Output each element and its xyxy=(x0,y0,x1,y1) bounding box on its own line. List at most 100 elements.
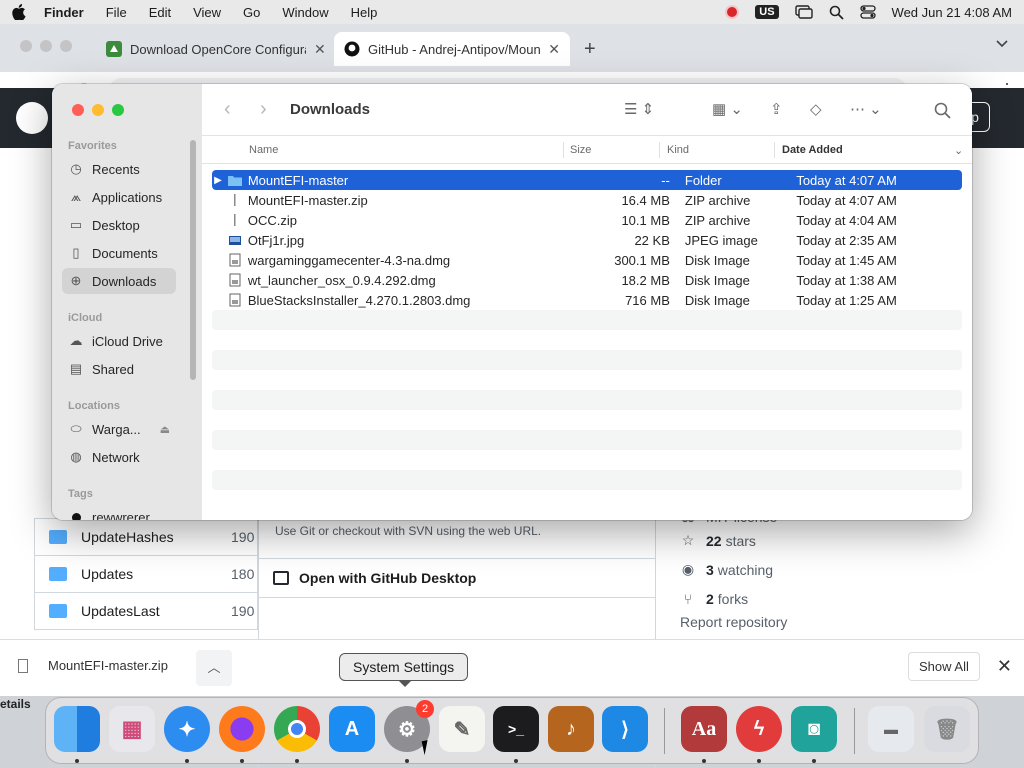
stars-link[interactable]: ☆ 22 stars xyxy=(680,526,980,555)
downloads-stack-dock-icon[interactable]: ▬ xyxy=(868,706,914,752)
spotlight-search-icon[interactable] xyxy=(829,5,844,20)
download-options-chevron-icon[interactable]: ︿ xyxy=(196,650,232,686)
chrome-dock-icon[interactable] xyxy=(274,706,320,752)
screen-recording-icon[interactable] xyxy=(725,5,740,19)
control-center-icon[interactable] xyxy=(859,5,876,19)
window-zoom-button[interactable] xyxy=(60,40,72,52)
safari-dock-icon[interactable]: ✦ xyxy=(164,706,210,752)
file-row[interactable]: wt_launcher_osx_0.9.4.292.dmg 18.2 MB Di… xyxy=(212,270,962,290)
tab-opencore[interactable]: Download OpenCore Configura ✕ xyxy=(96,32,336,66)
window-close-button[interactable] xyxy=(20,40,32,52)
sort-chevron-icon[interactable]: ⌄ xyxy=(954,144,963,157)
report-repository-link[interactable]: Report repository xyxy=(680,613,980,631)
column-divider[interactable] xyxy=(659,142,660,158)
column-kind[interactable]: Kind xyxy=(667,144,689,156)
firefox-dock-icon[interactable] xyxy=(219,706,265,752)
fork-icon: ⑂ xyxy=(683,590,693,607)
column-name[interactable]: Name xyxy=(249,144,278,156)
menu-help[interactable]: Help xyxy=(351,5,378,20)
menu-edit[interactable]: Edit xyxy=(149,5,171,20)
back-chevron-icon[interactable]: ‹ xyxy=(224,98,231,121)
input-source-badge[interactable]: US xyxy=(755,5,779,19)
close-window-button[interactable] xyxy=(72,104,84,116)
search-icon[interactable] xyxy=(934,102,951,119)
window-minimize-button[interactable] xyxy=(40,40,52,52)
terminal-dock-icon[interactable]: >_ xyxy=(493,706,539,752)
running-indicator xyxy=(295,759,299,763)
sidebar-item-network[interactable]: ◍ Network xyxy=(62,444,176,470)
favorites-header: Favorites xyxy=(68,140,117,152)
sidebar-item-downloads[interactable]: ⊕ Downloads xyxy=(62,268,176,294)
sidebar-scrollbar[interactable] xyxy=(190,140,196,380)
vscode-dock-icon[interactable]: ⟩ xyxy=(602,706,648,752)
close-tab-icon[interactable]: ✕ xyxy=(548,41,560,58)
file-row[interactable]: OtFj1r.jpg 22 KB JPEG image Today at 2:3… xyxy=(212,230,962,250)
launchpad-dock-icon[interactable]: ▦ xyxy=(109,706,155,752)
disclosure-triangle-icon[interactable]: ▶ xyxy=(212,175,224,186)
empty-row xyxy=(212,390,962,410)
menu-clock[interactable]: Wed Jun 21 4:08 AM xyxy=(892,5,1012,20)
textedit-dock-icon[interactable]: ✎ xyxy=(439,706,485,752)
column-divider[interactable] xyxy=(774,142,775,158)
sidebar-item-documents[interactable]: ▯ Documents xyxy=(62,240,176,266)
forks-link[interactable]: ⑂ 2 forks xyxy=(680,584,980,613)
file-row[interactable]: wargaminggamecenter-4.3-na.dmg 300.1 MB … xyxy=(212,250,962,270)
sidebar-item-label: Applications xyxy=(92,189,163,205)
file-row[interactable]: Updates 180 xyxy=(35,555,257,592)
sidebar-item-desktop[interactable]: ▭ Desktop xyxy=(62,212,176,238)
column-size[interactable]: Size xyxy=(570,144,591,156)
github-logo-icon[interactable] xyxy=(16,102,48,134)
menu-go[interactable]: Go xyxy=(243,5,260,20)
zoom-window-button[interactable] xyxy=(112,104,124,116)
more-actions-icon[interactable]: ⋯ ⌄ xyxy=(850,100,882,118)
sidebar-item-shared[interactable]: ▤ Shared xyxy=(62,356,176,382)
close-tab-icon[interactable]: ✕ xyxy=(314,41,326,58)
menu-view[interactable]: View xyxy=(193,5,221,20)
sidebar-item-disk[interactable]: ⬭ Warga... ⏏ xyxy=(62,416,176,442)
close-shelf-icon[interactable]: ✕ xyxy=(997,656,1012,677)
menu-app-name[interactable]: Finder xyxy=(44,5,84,20)
running-indicator xyxy=(75,759,79,763)
tag-icon[interactable]: ◇ xyxy=(810,100,822,118)
trash-dock-icon[interactable]: 🗑 xyxy=(924,706,970,752)
group-by-icon[interactable]: ▦ ⌄ xyxy=(712,100,743,118)
file-row[interactable]: ▶ MountEFI-master -- Folder Today at 4:0… xyxy=(212,170,962,190)
watching-link[interactable]: ◉ 3 watching xyxy=(680,555,980,584)
column-divider[interactable] xyxy=(563,142,564,158)
finder-dock-icon[interactable] xyxy=(54,706,100,752)
screen-mirroring-icon[interactable] xyxy=(794,5,813,19)
app-store-dock-icon[interactable]: A xyxy=(329,706,375,752)
column-date-added[interactable]: Date Added xyxy=(782,144,843,156)
tab-search-chevron-icon[interactable] xyxy=(996,40,1008,48)
open-with-github-desktop-button[interactable]: Open with GitHub Desktop xyxy=(259,558,655,598)
view-list-icon[interactable]: ☰ ⇕ xyxy=(624,100,654,118)
new-tab-icon[interactable]: + xyxy=(584,38,596,61)
garageband-dock-icon[interactable]: ♪ xyxy=(548,706,594,752)
file-row[interactable]: UpdatesLast 190 xyxy=(35,592,257,629)
file-name: BlueStacksInstaller_4.270.1.2803.dmg xyxy=(247,292,471,308)
minimize-window-button[interactable] xyxy=(92,104,104,116)
sidebar-item-recents[interactable]: ◷ Recents xyxy=(62,156,176,182)
sidebar-item-icloud-drive[interactable]: ☁ iCloud Drive xyxy=(62,328,176,354)
eject-icon[interactable]: ⏏ xyxy=(160,423,176,436)
wargaming-dock-icon[interactable]: ϟ xyxy=(736,706,782,752)
open-desktop-label: Open with GitHub Desktop xyxy=(299,570,477,586)
sidebar-item-applications[interactable]: ⩕ Applications xyxy=(62,184,176,210)
file-row[interactable]: UpdateHashes 190 xyxy=(35,518,257,555)
app-dock-icon[interactable]: ◙ xyxy=(791,706,837,752)
show-all-button[interactable]: Show All xyxy=(908,652,980,681)
file-row[interactable]: MountEFI-master.zip 16.4 MB ZIP archive … xyxy=(212,190,962,210)
forward-chevron-icon[interactable]: › xyxy=(260,98,267,121)
dictionary-dock-icon[interactable]: Aa xyxy=(681,706,727,752)
menu-window[interactable]: Window xyxy=(282,5,328,20)
apple-menu-icon[interactable] xyxy=(12,4,26,20)
tab-github[interactable]: GitHub - Andrej-Antipov/Moun ✕ xyxy=(334,32,570,66)
menu-file[interactable]: File xyxy=(106,5,127,20)
sidebar-item-tag[interactable]: rewwrerer xyxy=(62,504,176,520)
file-row[interactable]: BlueStacksInstaller_4.270.1.2803.dmg 716… xyxy=(212,290,962,310)
folder-icon xyxy=(49,604,67,618)
file-row[interactable]: OCC.zip 10.1 MB ZIP archive Today at 4:0… xyxy=(212,210,962,230)
download-item[interactable]: MountEFI-master.zip xyxy=(18,658,168,673)
share-icon[interactable]: ⇪ xyxy=(770,100,783,118)
file-name: OCC.zip xyxy=(247,212,297,228)
